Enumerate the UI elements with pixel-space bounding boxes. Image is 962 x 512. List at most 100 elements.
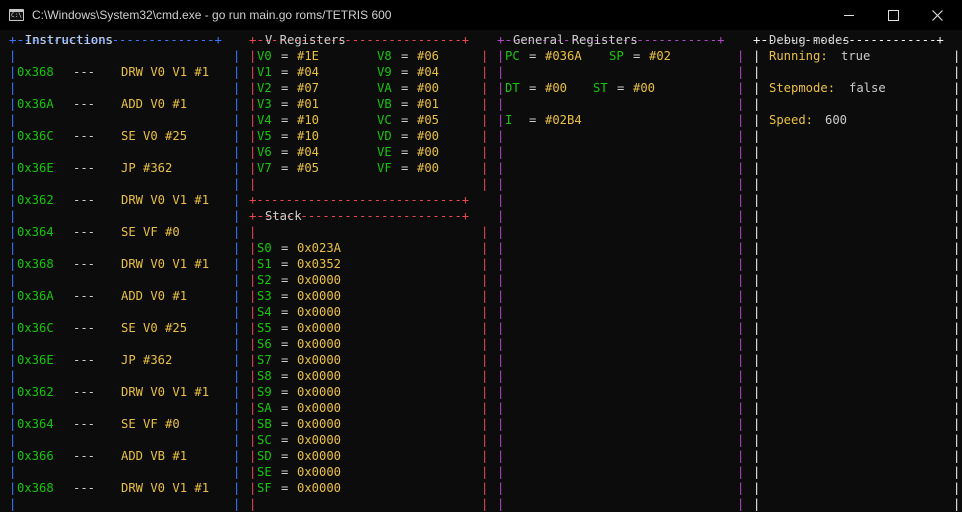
general-registers-title: General Registers (513, 33, 638, 47)
dt-register-name: DT (505, 81, 520, 95)
stack-title: Stack (265, 209, 302, 223)
instruction-address: 0x362 (17, 385, 54, 399)
equals-sign: = (281, 465, 289, 479)
v-registers-border-bottom: +----------------------------+ (249, 193, 470, 207)
stack-slot-value: 0x0000 (297, 417, 342, 431)
v-register-name: V7 (257, 161, 272, 175)
general-registers-border-right: | | | | | | | | | | | | | | | | | | | | … (737, 49, 745, 511)
instructions-border-left: | | | | | | | | | | | | | | | | | | | | … (9, 49, 17, 511)
equals-sign: = (281, 113, 289, 127)
window-title: C:\Windows\System32\cmd.exe - go run mai… (32, 8, 392, 22)
i-register-value: #02B4 (545, 113, 582, 127)
stack-slot-value: 0x0000 (297, 449, 342, 463)
maximize-button[interactable] (870, 0, 916, 30)
equals-sign: = (281, 305, 289, 319)
close-button[interactable] (914, 0, 960, 30)
instruction-address: 0x36E (17, 161, 54, 175)
debug-border-dash: - (761, 33, 769, 47)
instruction-separator: --- (73, 417, 96, 431)
equals-sign: = (281, 353, 289, 367)
stack-slot-name: SD (257, 449, 272, 463)
v-register-name: V4 (257, 113, 272, 127)
minimize-button[interactable] (826, 0, 872, 30)
v-register-value: #04 (417, 65, 440, 79)
equals-sign: = (281, 49, 289, 63)
title-bar[interactable]: C:\ C:\Windows\System32\cmd.exe - go run… (0, 0, 962, 30)
instruction-separator: --- (73, 193, 96, 207)
instruction-separator: --- (73, 257, 96, 271)
v-register-name: V8 (377, 49, 392, 63)
stack-slot-value: 0x0000 (297, 433, 342, 447)
instruction-address: 0x36A (17, 97, 54, 111)
stack-slot-name: SB (257, 417, 272, 431)
equals-sign: = (281, 369, 289, 383)
instruction-opcode: SE VF #0 (121, 417, 180, 431)
instruction-separator: --- (73, 161, 96, 175)
stack-slot-name: SA (257, 401, 272, 415)
v-register-name: VD (377, 129, 392, 143)
close-icon (931, 9, 943, 21)
equals-sign: = (281, 433, 289, 447)
minimize-icon (844, 14, 854, 16)
stack-slot-value: 0x0000 (297, 273, 342, 287)
stack-slot-value: 0x0000 (297, 321, 342, 335)
instruction-opcode: ADD V0 #1 (121, 289, 188, 303)
stepmode-value: false (849, 81, 886, 95)
instruction-opcode: DRW V0 V1 #1 (121, 385, 210, 399)
instruction-opcode: SE V0 #25 (121, 321, 188, 335)
v-registers-border-left: | | | | | | | | | (249, 49, 257, 191)
stack-slot-name: S2 (257, 273, 272, 287)
stack-slot-value: 0x0000 (297, 305, 342, 319)
v-register-name: V5 (257, 129, 272, 143)
equals-sign: = (281, 481, 289, 495)
v-register-name: VF (377, 161, 392, 175)
v-registers-border-dash: - (257, 33, 265, 47)
equals-sign: = (401, 145, 409, 159)
equals-sign: = (617, 81, 625, 95)
v-register-value: #00 (417, 129, 440, 143)
equals-sign: = (281, 289, 289, 303)
instruction-separator: --- (73, 225, 96, 239)
instruction-opcode: DRW V0 V1 #1 (121, 257, 210, 271)
v-register-value: #01 (297, 97, 320, 111)
equals-sign: = (401, 129, 409, 143)
v-register-name: VB (377, 97, 392, 111)
v-register-name: V6 (257, 145, 272, 159)
instruction-separator: --- (73, 353, 96, 367)
equals-sign: = (281, 97, 289, 111)
stack-slot-name: S4 (257, 305, 272, 319)
v-register-value: #00 (417, 81, 440, 95)
equals-sign: = (281, 241, 289, 255)
v-registers-border-right: | | | | | | | | | (481, 49, 489, 191)
v-register-value: #04 (297, 145, 320, 159)
stack-slot-value: 0x0000 (297, 353, 342, 367)
stack-slot-name: S7 (257, 353, 272, 367)
v-register-value: #01 (417, 97, 440, 111)
console-icon[interactable]: C:\ (9, 9, 24, 21)
v-register-value: #07 (297, 81, 320, 95)
running-value: true (841, 49, 871, 63)
equals-sign: = (401, 49, 409, 63)
stack-slot-name: S9 (257, 385, 272, 399)
equals-sign: = (281, 337, 289, 351)
instruction-separator: --- (73, 449, 96, 463)
equals-sign: = (529, 113, 537, 127)
equals-sign: = (281, 145, 289, 159)
equals-sign: = (401, 97, 409, 111)
instruction-separator: --- (73, 129, 96, 143)
equals-sign: = (281, 385, 289, 399)
equals-sign: = (529, 81, 537, 95)
instruction-address: 0x366 (17, 449, 54, 463)
stack-slot-name: S5 (257, 321, 272, 335)
v-register-value: #04 (297, 65, 320, 79)
equals-sign: = (281, 273, 289, 287)
stack-slot-value: 0x0000 (297, 289, 342, 303)
terminal-output[interactable]: +---------------------------+ -Instructio… (0, 30, 962, 512)
instruction-opcode: ADD V0 #1 (121, 97, 188, 111)
st-register-value: #00 (633, 81, 656, 95)
pc-register-value: #036A (545, 49, 582, 63)
instruction-address: 0x36C (17, 129, 54, 143)
instruction-separator: --- (73, 97, 96, 111)
v-register-value: #06 (417, 49, 440, 63)
instruction-opcode: DRW V0 V1 #1 (121, 65, 210, 79)
